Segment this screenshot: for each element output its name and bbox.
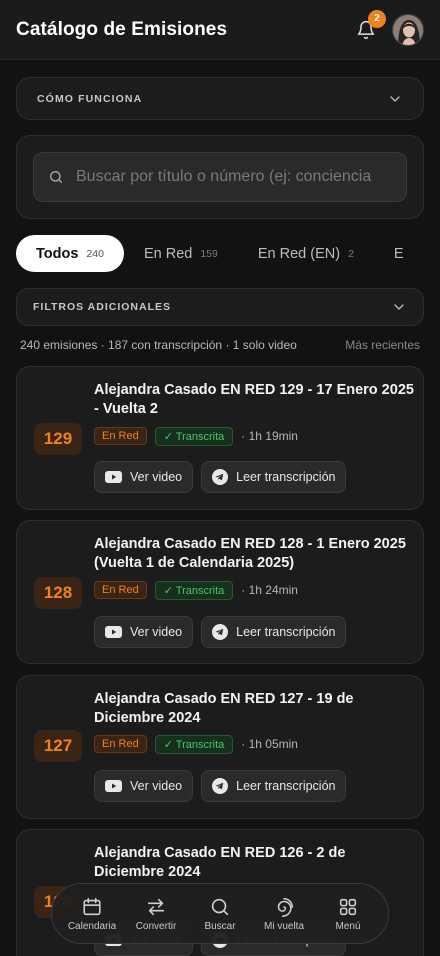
watch-video-button[interactable]: Ver video bbox=[94, 770, 194, 802]
episode-card[interactable]: 127 Alejandra Casado EN RED 127 - 19 de … bbox=[16, 675, 424, 819]
episode-number: 129 bbox=[34, 423, 82, 455]
youtube-icon bbox=[105, 780, 122, 792]
watch-video-label: Ver video bbox=[130, 779, 183, 793]
nav-label: Calendaria bbox=[67, 920, 117, 932]
watch-video-button[interactable]: Ver video bbox=[94, 616, 194, 648]
calendar-icon bbox=[83, 897, 101, 915]
youtube-icon bbox=[105, 471, 122, 483]
episode-number: 127 bbox=[34, 730, 82, 762]
read-transcript-label: Leer transcripción bbox=[236, 470, 336, 484]
episode-card[interactable]: 129 Alejandra Casado EN RED 129 - 17 Ene… bbox=[16, 366, 424, 510]
search-panel bbox=[16, 135, 424, 219]
episode-actions: Ver video Leer transcripción bbox=[94, 616, 354, 648]
category-tabs: Todos 240 En Red 159 En Red (EN) 2 E bbox=[16, 235, 440, 272]
episode-title[interactable]: Alejandra Casado EN RED 128 - 1 Enero 20… bbox=[94, 535, 416, 573]
tab-count: 240 bbox=[86, 247, 104, 260]
spiral-icon bbox=[277, 897, 294, 917]
watch-video-button[interactable]: Ver video bbox=[94, 461, 194, 493]
search-input[interactable] bbox=[76, 168, 392, 186]
nav-convertir[interactable]: Convertir bbox=[125, 896, 187, 932]
episode-duration: · 1h 19min bbox=[241, 429, 298, 443]
search-icon bbox=[211, 898, 229, 915]
read-transcript-label: Leer transcripción bbox=[236, 779, 336, 793]
tab-label: En Red bbox=[143, 245, 193, 262]
episode-duration: · 1h 24min bbox=[241, 583, 298, 597]
notifications-button[interactable]: 2 bbox=[354, 9, 386, 42]
episode-duration: · 1h 05min bbox=[241, 737, 298, 751]
chevron-down-icon bbox=[394, 304, 404, 310]
episode-number: 128 bbox=[34, 577, 82, 609]
user-avatar[interactable] bbox=[392, 13, 424, 46]
nav-label: Convertir bbox=[135, 920, 177, 932]
page-title: Catálogo de Emisiones bbox=[16, 18, 228, 40]
read-transcript-button[interactable]: Leer transcripción bbox=[201, 461, 347, 493]
telegram-icon bbox=[212, 624, 229, 640]
telegram-icon bbox=[212, 469, 229, 485]
category-badge: En Red bbox=[94, 735, 147, 753]
nav-mi-vuelta[interactable]: Mi vuelta bbox=[253, 896, 315, 932]
results-count: 240 emisiones · 187 con transcripción · … bbox=[20, 338, 297, 352]
tab-more[interactable]: E bbox=[374, 235, 424, 272]
episode-actions: Ver video Leer transcripción bbox=[94, 770, 354, 802]
tab-label: Todos bbox=[36, 245, 79, 262]
nav-menu[interactable]: Menú bbox=[317, 896, 379, 932]
transcribed-badge: ✓ Transcrita bbox=[154, 734, 234, 754]
tab-label: En Red (EN) bbox=[257, 245, 341, 262]
nav-buscar[interactable]: Buscar bbox=[189, 896, 251, 932]
results-summary: 240 emisiones · 187 con transcripción · … bbox=[20, 338, 420, 352]
telegram-icon bbox=[212, 778, 229, 794]
notification-badge: 2 bbox=[368, 9, 386, 28]
episode-title[interactable]: Alejandra Casado EN RED 126 - 2 de Dicie… bbox=[94, 844, 416, 882]
nav-label: Buscar bbox=[204, 920, 236, 932]
episode-actions: Ver video Leer transcripción bbox=[94, 461, 354, 493]
episode-meta: En Red ✓ Transcrita · 1h 19min bbox=[94, 426, 298, 446]
additional-filters-accordion[interactable]: FILTROS ADICIONALES bbox=[16, 288, 424, 326]
app-header: Catálogo de Emisiones 2 bbox=[0, 0, 440, 60]
bottom-navigation: Calendaria Convertir Buscar Mi vuelta Me… bbox=[51, 883, 389, 944]
read-transcript-label: Leer transcripción bbox=[236, 625, 336, 639]
tab-en-red-en[interactable]: En Red (EN) 2 bbox=[238, 235, 374, 272]
nav-label: Menú bbox=[335, 920, 361, 932]
episode-meta: En Red ✓ Transcrita · 1h 24min bbox=[94, 580, 298, 600]
category-badge: En Red bbox=[94, 427, 147, 445]
nav-label: Mi vuelta bbox=[263, 920, 304, 932]
search-box[interactable] bbox=[33, 152, 407, 202]
category-badge: En Red bbox=[94, 581, 147, 599]
swap-arrows-icon bbox=[147, 898, 165, 915]
tab-en-red[interactable]: En Red 159 bbox=[124, 235, 238, 272]
tab-label: E bbox=[393, 245, 404, 262]
episode-card[interactable]: 128 Alejandra Casado EN RED 128 - 1 Ener… bbox=[16, 520, 424, 664]
tab-count: 2 bbox=[348, 247, 354, 260]
tab-count: 159 bbox=[200, 247, 218, 260]
transcribed-badge: ✓ Transcrita bbox=[154, 580, 234, 600]
episode-meta: En Red ✓ Transcrita · 1h 05min bbox=[94, 734, 298, 754]
grid-icon bbox=[339, 898, 357, 915]
tab-todos[interactable]: Todos 240 bbox=[16, 235, 124, 272]
how-it-works-accordion[interactable]: CÓMO FUNCIONA bbox=[16, 77, 424, 120]
chevron-down-icon bbox=[390, 95, 400, 102]
watch-video-label: Ver video bbox=[130, 625, 183, 639]
nav-calendaria[interactable]: Calendaria bbox=[61, 896, 123, 932]
filters-label: FILTROS ADICIONALES bbox=[33, 301, 171, 313]
episode-title[interactable]: Alejandra Casado EN RED 129 - 17 Enero 2… bbox=[94, 381, 416, 419]
read-transcript-button[interactable]: Leer transcripción bbox=[201, 770, 347, 802]
how-it-works-label: CÓMO FUNCIONA bbox=[37, 92, 143, 105]
read-transcript-button[interactable]: Leer transcripción bbox=[201, 616, 347, 648]
youtube-icon bbox=[105, 626, 122, 638]
watch-video-label: Ver video bbox=[130, 470, 183, 484]
transcribed-badge: ✓ Transcrita bbox=[154, 426, 234, 446]
sort-selector[interactable]: Más recientes bbox=[345, 338, 420, 352]
search-icon bbox=[50, 171, 62, 183]
episode-title[interactable]: Alejandra Casado EN RED 127 - 19 de Dici… bbox=[94, 690, 416, 728]
